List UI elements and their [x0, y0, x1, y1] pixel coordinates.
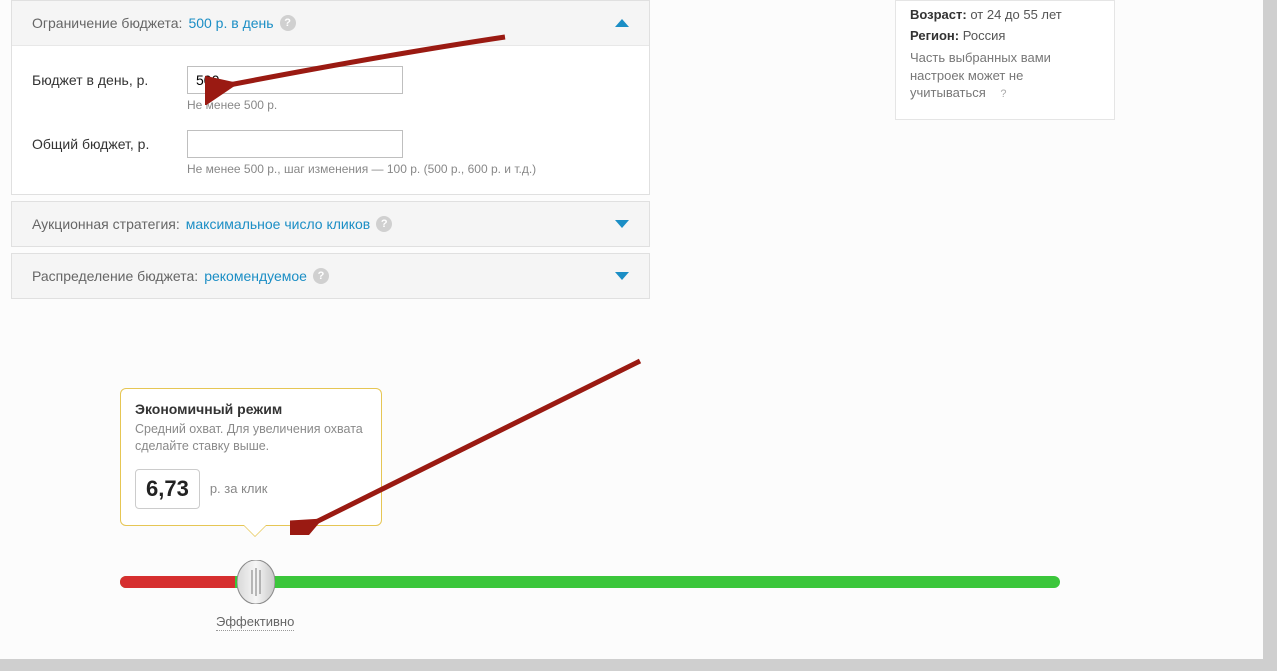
auction-strategy-header[interactable]: Аукционная стратегия: максимальное число…	[12, 202, 649, 246]
targeting-summary-card: Возраст: от 24 до 55 лет Регион: Россия …	[895, 0, 1115, 120]
help-icon[interactable]: ?	[280, 15, 296, 31]
daily-budget-input[interactable]	[187, 66, 403, 94]
settings-note: Часть выбранных вами настроек может не у…	[910, 50, 1051, 100]
tooltip-tail-icon	[243, 525, 267, 537]
slider-effective-label[interactable]: Эффективно	[216, 614, 294, 631]
budget-distribution-value: рекомендуемое	[204, 268, 307, 284]
total-budget-label: Общий бюджет, р.	[32, 130, 187, 152]
settings-column: Ограничение бюджета: 500 р. в день ? Бюд…	[11, 0, 650, 305]
budget-distribution-panel: Распределение бюджета: рекомендуемое ?	[11, 253, 650, 299]
frame-border	[0, 659, 1277, 671]
age-value: от 24 до 55 лет	[970, 7, 1061, 22]
total-budget-hint: Не менее 500 р., шаг изменения — 100 р. …	[187, 162, 536, 176]
bid-tooltip: Экономичный режим Средний охват. Для уве…	[120, 388, 382, 526]
help-icon[interactable]: ?	[995, 87, 1011, 103]
slider-inefficient-zone	[120, 576, 235, 588]
bid-price-value[interactable]: 6,73	[135, 469, 200, 509]
budget-limit-body: Бюджет в день, р. Не менее 500 р. Общий …	[12, 45, 649, 194]
auction-strategy-value: максимальное число кликов	[186, 216, 370, 232]
bid-slider-track[interactable]: Эффективно	[120, 576, 1060, 588]
daily-budget-hint: Не менее 500 р.	[187, 98, 403, 112]
region-value: Россия	[963, 28, 1006, 43]
budget-distribution-label: Распределение бюджета:	[32, 268, 198, 284]
help-icon[interactable]: ?	[313, 268, 329, 284]
scrollbar-placeholder	[1263, 0, 1277, 671]
region-label: Регион:	[910, 28, 959, 43]
help-icon[interactable]: ?	[376, 216, 392, 232]
total-budget-input[interactable]	[187, 130, 403, 158]
chevron-down-icon	[615, 220, 629, 228]
chevron-down-icon	[615, 272, 629, 280]
auction-strategy-label: Аукционная стратегия:	[32, 216, 180, 232]
budget-limit-value: 500 р. в день	[188, 15, 273, 31]
budget-limit-header[interactable]: Ограничение бюджета: 500 р. в день ?	[12, 1, 649, 45]
budget-limit-panel: Ограничение бюджета: 500 р. в день ? Бюд…	[11, 0, 650, 195]
bid-price-unit: р. за клик	[210, 481, 268, 496]
chevron-up-icon	[615, 19, 629, 27]
age-label: Возраст:	[910, 7, 967, 22]
bid-slider-thumb[interactable]	[237, 560, 275, 604]
auction-strategy-panel: Аукционная стратегия: максимальное число…	[11, 201, 650, 247]
daily-budget-label: Бюджет в день, р.	[32, 66, 187, 88]
budget-distribution-header[interactable]: Распределение бюджета: рекомендуемое ?	[12, 254, 649, 298]
bid-mode-desc: Средний охват. Для увеличения охвата сде…	[135, 421, 367, 455]
bid-mode-title: Экономичный режим	[135, 401, 367, 417]
budget-limit-label: Ограничение бюджета:	[32, 15, 182, 31]
bid-slider-area: Экономичный режим Средний охват. Для уве…	[120, 388, 1070, 588]
